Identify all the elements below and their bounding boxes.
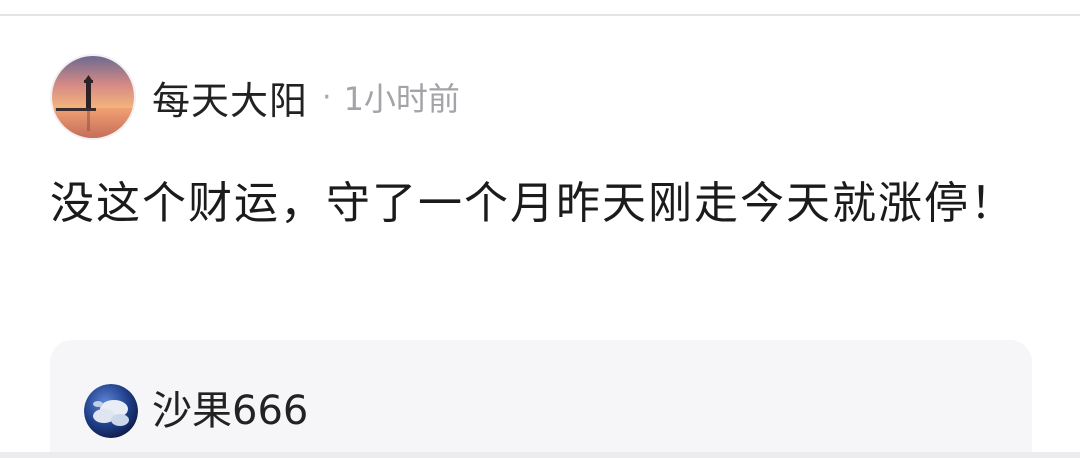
quoted-post-card[interactable]: 沙果666 <box>50 340 1032 458</box>
post-timestamp: 1小时前 <box>343 80 460 118</box>
author-name[interactable]: 每天大阳 <box>152 70 308 125</box>
post-header: 每天大阳 · 1小时前 <box>50 52 460 142</box>
quoted-author-avatar[interactable] <box>84 384 138 438</box>
planet-cloud-avatar-icon <box>84 384 138 438</box>
post-page: 每天大阳 · 1小时前 没这个财运，守了一个月昨天刚走今天就涨停！ 沙果666 <box>0 0 1080 458</box>
post-content[interactable]: 没这个财运，守了一个月昨天刚走今天就涨停！ <box>50 170 1035 238</box>
meta-separator: · <box>322 79 332 115</box>
quoted-author-name[interactable]: 沙果666 <box>152 384 308 438</box>
top-divider <box>0 14 1080 16</box>
lighthouse-sunset-avatar-icon <box>52 56 134 138</box>
author-avatar[interactable] <box>50 54 136 140</box>
bottom-divider <box>0 452 1080 458</box>
